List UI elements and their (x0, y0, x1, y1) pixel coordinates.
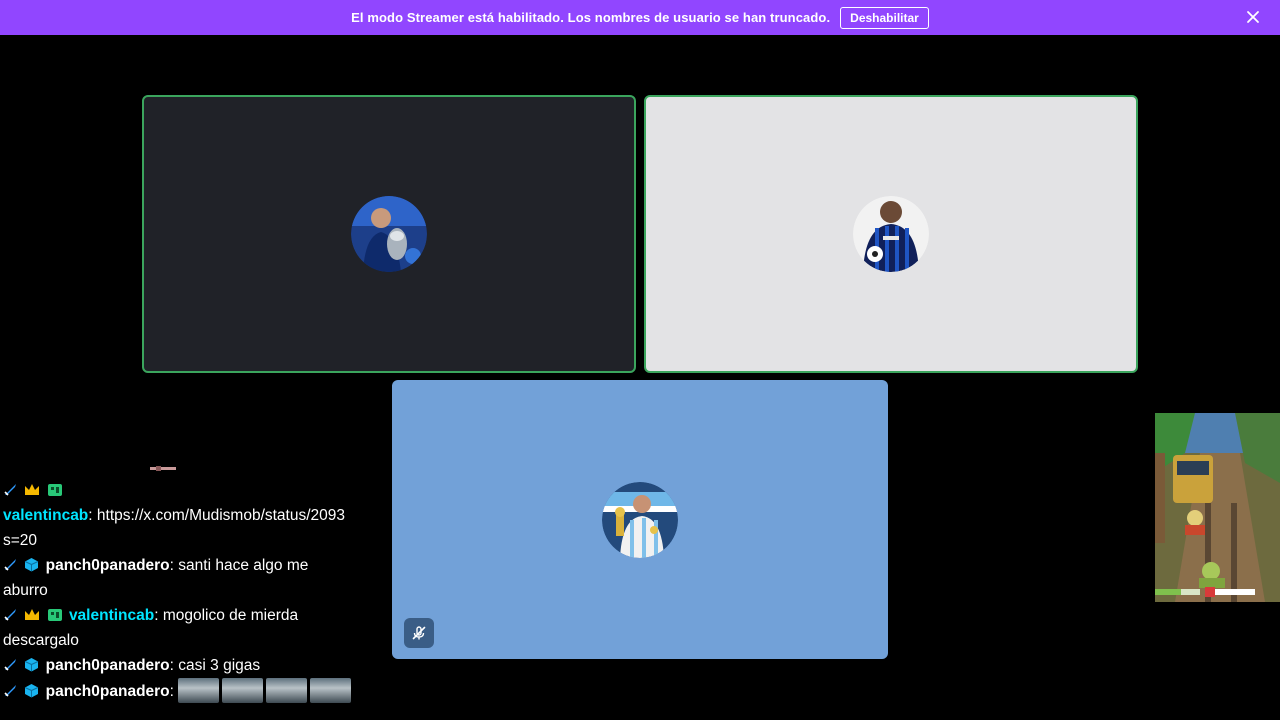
microphone-muted-icon (412, 626, 426, 640)
chat-text: mogolico de mierda (162, 607, 299, 624)
disable-streamer-mode-button[interactable]: Deshabilitar (840, 6, 929, 29)
chat-username[interactable]: panch0panadero (46, 657, 170, 674)
chat-overlay: valentincab: https://x.com/Mudismob/stat… (3, 478, 357, 704)
chat-message (3, 478, 357, 503)
mute-indicator (404, 618, 434, 648)
streamer-mode-banner: El modo Streamer está habilitado. Los no… (0, 0, 1280, 35)
chat-continuation: s=20 (3, 532, 38, 549)
emote-image (178, 678, 220, 703)
chat-message: panch0panadero: (3, 678, 357, 704)
avatar (602, 481, 678, 558)
chat-message: valentincab: mogolico de mierda (3, 603, 357, 628)
cube-icon (25, 558, 39, 572)
avatar (853, 196, 929, 272)
gift-icon (47, 484, 62, 496)
participant-tile-2[interactable] (644, 95, 1138, 373)
gift-icon (47, 609, 62, 621)
cube-icon (25, 658, 39, 672)
sword-icon (4, 484, 16, 496)
sword-icon (4, 685, 16, 697)
participant-tile-3[interactable] (392, 380, 888, 659)
chat-message: valentincab: https://x.com/Mudismob/stat… (3, 507, 346, 524)
chat-continuation: aburro (3, 582, 48, 599)
emote-fragment (150, 466, 176, 471)
chat-continuation: descargalo (3, 632, 79, 649)
chat-text[interactable]: https://x.com/Mudismob/status/2093 (97, 507, 345, 524)
avatar (351, 196, 427, 272)
close-icon[interactable] (1244, 8, 1262, 26)
chat-message: panch0panadero: casi 3 gigas (3, 653, 357, 678)
emote-image (266, 678, 308, 703)
game-overlay-video (1155, 413, 1280, 602)
emote-image (222, 678, 264, 703)
chat-text: casi 3 gigas (178, 657, 261, 674)
chat-username[interactable]: valentincab (69, 607, 154, 624)
crown-icon (25, 484, 40, 495)
chat-username[interactable]: valentincab (3, 507, 88, 524)
banner-message: El modo Streamer está habilitado. Los no… (351, 10, 831, 25)
chat-text: santi hace algo me (178, 557, 309, 574)
emote-image (310, 678, 352, 703)
sword-icon (4, 559, 16, 571)
cube-icon (25, 684, 39, 698)
sword-icon (4, 609, 16, 621)
chat-username[interactable]: panch0panadero (46, 683, 170, 700)
chat-username[interactable]: panch0panadero (46, 557, 170, 574)
participant-tile-1[interactable] (142, 95, 636, 373)
chat-message: panch0panadero: santi hace algo me (3, 553, 357, 578)
sword-icon (4, 659, 16, 671)
crown-icon (25, 609, 40, 620)
